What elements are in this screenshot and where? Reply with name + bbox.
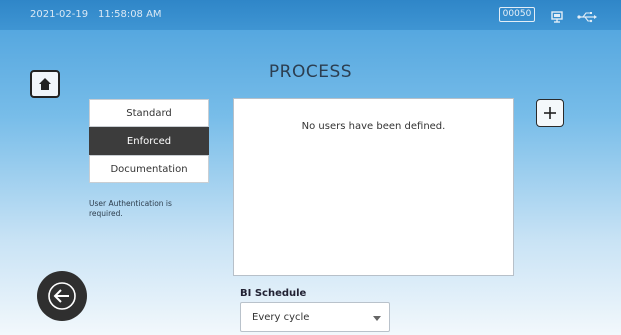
back-button[interactable] — [37, 271, 87, 321]
page-title: PROCESS — [268, 62, 353, 82]
cycle-counter: 00050 — [499, 7, 535, 22]
auth-note: User Authentication is required. — [89, 199, 172, 218]
bi-schedule-select[interactable]: Every cycle — [240, 302, 390, 332]
auth-option-standard[interactable]: Standard — [89, 99, 209, 127]
users-list-panel: No users have been defined. — [233, 98, 514, 276]
usb-icon — [577, 8, 597, 27]
arrow-left-icon — [48, 282, 76, 310]
status-time: 11:58:08 AM — [98, 9, 162, 20]
empty-users-message: No users have been defined. — [301, 121, 446, 132]
bi-schedule-label: BI Schedule — [240, 288, 307, 299]
auth-option-enforced[interactable]: Enforced — [89, 127, 209, 155]
screen-icon — [551, 8, 563, 27]
status-date: 2021-02-19 — [30, 9, 89, 20]
plus-icon — [544, 107, 556, 119]
chevron-down-icon — [373, 316, 381, 321]
status-bar: 2021-02-19 11:58:08 AM 00050 — [0, 0, 621, 30]
bi-schedule-value: Every cycle — [252, 312, 310, 323]
add-user-button[interactable] — [536, 99, 564, 127]
auth-option-documentation[interactable]: Documentation — [89, 155, 209, 183]
